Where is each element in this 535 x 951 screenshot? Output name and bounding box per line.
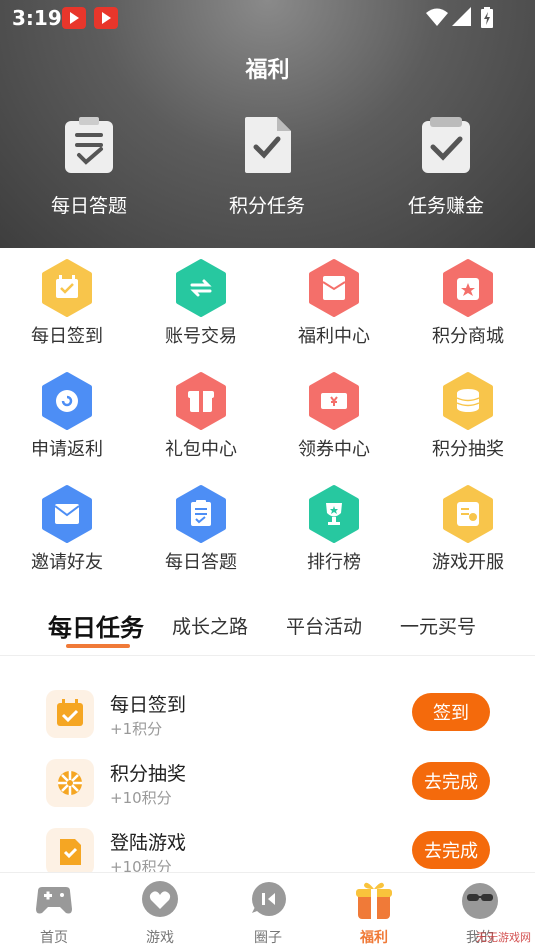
grid-item[interactable]: 每日签到	[12, 258, 122, 348]
checkin-button[interactable]: 签到	[412, 693, 490, 731]
notification-app-icon	[62, 7, 86, 29]
grid-item-label: 积分商城	[432, 326, 504, 347]
task-points: +1积分	[110, 720, 163, 738]
notification-app-icon	[94, 7, 118, 29]
tab-platform-events[interactable]: 平台活动	[286, 612, 362, 639]
header-item-label: 积分任务	[228, 195, 305, 217]
grid-item[interactable]: 领券中心	[279, 371, 389, 461]
header-item-label: 每日答题	[50, 195, 127, 217]
status-bar: 3:19	[0, 0, 535, 36]
grid-item[interactable]: 账号交易	[146, 258, 256, 348]
grid-item[interactable]: 每日答题	[146, 484, 256, 574]
coins-icon	[443, 372, 493, 430]
header-item-task-earn[interactable]: 任务赚金	[386, 115, 506, 218]
grid-item-label: 福利中心	[298, 326, 370, 347]
grid-item-label: 每日答题	[165, 552, 237, 573]
gift-box-icon	[356, 882, 392, 919]
active-tab-underline	[66, 644, 130, 648]
grid-item[interactable]: 积分商城	[413, 258, 523, 348]
task-name: 登陆游戏	[110, 832, 187, 854]
grid-item-label: 申请返利	[31, 439, 103, 460]
nav-label: 游戏	[146, 930, 174, 946]
header-panel: 3:19 福利 每日答题 积分任务 任务赚金	[0, 0, 535, 248]
profile-icon	[462, 883, 498, 919]
gift-icon	[176, 372, 226, 430]
task-points: +10积分	[110, 789, 172, 807]
exchange-icon	[176, 259, 226, 317]
circle-chat-icon	[252, 882, 286, 916]
complete-button[interactable]: 去完成	[412, 831, 490, 869]
page-title: 福利	[245, 58, 290, 83]
grid-item-label: 每日签到	[31, 326, 103, 347]
quiz-clipboard-icon	[176, 485, 226, 543]
grid-item[interactable]: 游戏开服	[413, 484, 523, 574]
grid-item[interactable]: 邀请好友	[12, 484, 122, 574]
grid-item[interactable]: 申请返利	[12, 371, 122, 461]
login-doc-icon	[46, 828, 94, 876]
task-row: 每日签到 +1积分 签到	[46, 688, 496, 744]
nav-circle[interactable]: 圈子	[228, 879, 308, 947]
nav-label: 首页	[40, 930, 68, 946]
grid-item-label: 邀请好友	[31, 552, 103, 573]
heart-bubble-icon	[142, 881, 178, 917]
signal-icon	[452, 7, 471, 26]
complete-button[interactable]: 去完成	[412, 762, 490, 800]
task-tabs: 每日任务 成长之路 平台活动 一元买号	[0, 604, 535, 656]
grid-item-label: 礼包中心	[165, 439, 237, 460]
tab-daily-tasks[interactable]: 每日任务	[48, 608, 144, 643]
grid-item[interactable]: 积分抽奖	[413, 371, 523, 461]
nav-label: 福利	[360, 930, 388, 946]
server-open-icon	[443, 485, 493, 543]
header-item-points-task[interactable]: 积分任务	[207, 115, 327, 218]
trophy-icon	[309, 485, 359, 543]
watermark-text: 无无游戏网	[476, 931, 531, 944]
grid-item[interactable]: 排行榜	[279, 484, 389, 574]
task-name: 每日签到	[110, 694, 187, 716]
status-time: 3:19	[12, 6, 62, 30]
wheel-icon	[46, 759, 94, 807]
battery-icon	[481, 7, 493, 28]
envelope-icon	[309, 259, 359, 317]
wifi-icon	[426, 8, 448, 26]
gamepad-icon	[36, 887, 72, 914]
tab-one-yuan-account[interactable]: 一元买号	[400, 612, 476, 639]
calendar-checkin-icon	[42, 259, 92, 317]
nav-games[interactable]: 游戏	[120, 879, 200, 947]
tab-growth-path[interactable]: 成长之路	[172, 612, 248, 639]
task-name: 积分抽奖	[110, 763, 187, 785]
grid-item-label: 账号交易	[165, 326, 237, 347]
coupon-icon	[309, 372, 359, 430]
nav-welfare[interactable]: 福利	[334, 879, 414, 947]
invite-mail-icon	[42, 485, 92, 543]
grid-item[interactable]: 福利中心	[279, 258, 389, 348]
grid-item-label: 排行榜	[307, 552, 361, 573]
grid-item-label: 游戏开服	[432, 552, 504, 573]
calendar-check-icon	[46, 690, 94, 738]
header-item-label: 任务赚金	[407, 195, 484, 217]
task-row: 积分抽奖 +10积分 去完成	[46, 757, 496, 813]
quiz-clipboard-icon	[65, 117, 113, 173]
points-task-doc-icon	[245, 117, 291, 173]
grid-item[interactable]: 礼包中心	[146, 371, 256, 461]
store-bag-icon	[443, 259, 493, 317]
header-item-daily-quiz[interactable]: 每日答题	[29, 115, 149, 218]
rebate-icon	[42, 372, 92, 430]
bottom-nav: 首页 游戏 圈子 福利 我的 无无游戏网	[0, 872, 535, 951]
nav-home[interactable]: 首页	[14, 879, 94, 947]
grid-item-label: 领券中心	[298, 439, 370, 460]
task-earn-clipboard-icon	[422, 117, 470, 173]
grid-item-label: 积分抽奖	[432, 439, 504, 460]
nav-label: 圈子	[254, 930, 282, 946]
